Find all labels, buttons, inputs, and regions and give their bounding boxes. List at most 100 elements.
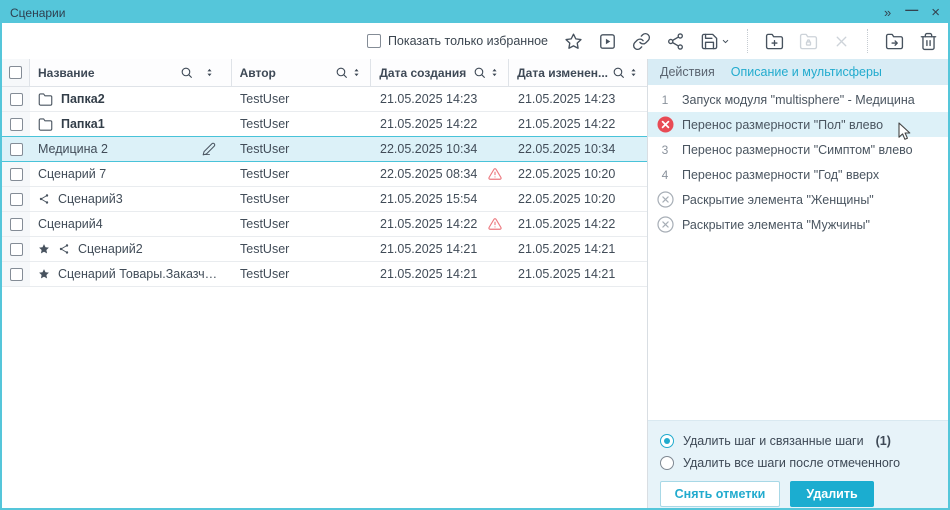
checkbox-box[interactable] xyxy=(367,34,381,48)
sort-icon[interactable] xyxy=(628,66,639,79)
step-label: Раскрытие элемента "Женщины" xyxy=(682,193,874,207)
radio-circle[interactable] xyxy=(660,434,674,448)
scenario-name: Сценарий2 xyxy=(78,242,143,256)
tab-description-multispheres[interactable]: Описание и мультисферы xyxy=(731,65,882,79)
column-header-name[interactable]: Название xyxy=(30,59,232,86)
folder-access-icon xyxy=(799,32,818,51)
created-date: 22.05.2025 10:34 xyxy=(380,142,477,156)
step-number: 1 xyxy=(662,93,669,107)
minimize-button[interactable]: — xyxy=(905,3,917,16)
step-skipped-icon[interactable] xyxy=(657,191,674,208)
edit-icon[interactable] xyxy=(202,142,216,156)
table-row[interactable]: Папка1 TestUser 21.05.2025 14:22 21.05.2… xyxy=(2,112,647,137)
tab-actions[interactable]: Действия xyxy=(660,65,715,79)
column-label: Автор xyxy=(240,66,332,80)
created-cell: 21.05.2025 14:23 xyxy=(372,87,510,111)
search-icon[interactable] xyxy=(335,66,348,79)
move-to-folder-icon[interactable] xyxy=(885,32,904,51)
author-cell: TestUser xyxy=(232,212,372,236)
step-number: 4 xyxy=(662,168,669,182)
row-checkbox[interactable] xyxy=(2,137,30,161)
search-icon[interactable] xyxy=(180,66,193,79)
row-checkbox[interactable] xyxy=(2,187,30,211)
modified-cell: 22.05.2025 10:34 xyxy=(510,137,647,161)
row-checkbox[interactable] xyxy=(2,87,30,111)
row-checkbox[interactable] xyxy=(2,237,30,261)
table-row[interactable]: Сценарий4 TestUser 21.05.2025 14:22 21.0… xyxy=(2,212,647,237)
column-header-modified[interactable]: Дата изменен... xyxy=(509,59,647,86)
modified-cell: 22.05.2025 10:20 xyxy=(510,187,647,211)
close-button[interactable]: × xyxy=(931,5,940,20)
toolbar-separator xyxy=(747,29,748,53)
delete-button[interactable]: Удалить xyxy=(790,481,874,507)
author-cell: TestUser xyxy=(232,237,372,261)
step-label: Перенос размерности "Год" вверх xyxy=(682,168,879,182)
modified-cell: 21.05.2025 14:23 xyxy=(510,87,647,111)
action-step[interactable]: 3 Перенос размерности "Симптом" влево xyxy=(648,137,948,162)
sort-icon[interactable] xyxy=(204,66,215,79)
show-favorites-checkbox[interactable]: Показать только избранное xyxy=(367,34,548,48)
delete-option-radio[interactable]: Удалить все шаги после отмеченного xyxy=(660,452,936,474)
favorite-star-icon[interactable] xyxy=(564,32,583,51)
table-row[interactable]: Папка2 TestUser 21.05.2025 14:23 21.05.2… xyxy=(2,87,647,112)
radio-circle[interactable] xyxy=(660,456,674,470)
row-checkbox[interactable] xyxy=(2,162,30,186)
option-count: (1) xyxy=(876,434,891,448)
created-date: 21.05.2025 14:23 xyxy=(380,92,477,106)
scenario-table: Название Автор Дата создания xyxy=(2,59,648,508)
name-cell: Папка1 xyxy=(30,112,232,136)
created-cell: 22.05.2025 08:34 xyxy=(372,162,510,186)
table-header: Название Автор Дата создания xyxy=(2,59,647,87)
star-icon xyxy=(38,268,50,280)
row-checkbox[interactable] xyxy=(2,262,30,286)
column-header-created[interactable]: Дата создания xyxy=(371,59,509,86)
star-icon xyxy=(38,243,50,255)
column-label: Дата создания xyxy=(379,66,469,80)
expand-button[interactable]: » xyxy=(884,6,891,19)
step-label: Перенос размерности "Пол" влево xyxy=(682,118,883,132)
step-label: Перенос размерности "Симптом" влево xyxy=(682,143,913,157)
column-header-author[interactable]: Автор xyxy=(232,59,372,86)
delete-options-footer: Удалить шаг и связанные шаги (1) Удалить… xyxy=(648,420,948,508)
step-label: Раскрытие элемента "Мужчины" xyxy=(682,218,870,232)
name-cell: Папка2 xyxy=(30,87,232,111)
action-step[interactable]: Раскрытие элемента "Мужчины" xyxy=(648,212,948,237)
action-step[interactable]: Перенос размерности "Пол" влево xyxy=(648,112,948,137)
sort-icon[interactable] xyxy=(351,66,362,79)
search-icon[interactable] xyxy=(612,66,625,79)
action-step[interactable]: 1 Запуск модуля "multisphere" - Медицина xyxy=(648,87,948,112)
table-row[interactable]: Медицина 2 TestUser 22.05.2025 10:34 22.… xyxy=(2,136,647,162)
table-row[interactable]: Сценарий2 TestUser 21.05.2025 14:21 21.0… xyxy=(2,237,647,262)
row-checkbox[interactable] xyxy=(2,112,30,136)
new-folder-icon[interactable] xyxy=(765,32,784,51)
scenario-name: Сценарий3 xyxy=(58,192,123,206)
select-all-checkbox[interactable] xyxy=(2,59,30,86)
created-date: 21.05.2025 14:22 xyxy=(380,217,477,231)
share-icon[interactable] xyxy=(666,32,685,51)
scenario-name: Сценарий Товары.Заказчики xyxy=(58,267,224,281)
delete-icon[interactable] xyxy=(919,32,938,51)
folder-icon xyxy=(38,92,53,107)
table-row[interactable]: Сценарий3 TestUser 21.05.2025 15:54 22.0… xyxy=(2,187,647,212)
step-skipped-icon[interactable] xyxy=(657,216,674,233)
save-icon[interactable] xyxy=(700,32,730,51)
search-icon[interactable] xyxy=(473,66,486,79)
run-scenario-icon[interactable] xyxy=(598,32,617,51)
step-label: Запуск модуля "multisphere" - Медицина xyxy=(682,93,915,107)
clear-marks-button[interactable]: Снять отметки xyxy=(660,481,780,507)
author-cell: TestUser xyxy=(232,137,372,161)
action-step[interactable]: 4 Перенос размерности "Год" вверх xyxy=(648,162,948,187)
action-step[interactable]: Раскрытие элемента "Женщины" xyxy=(648,187,948,212)
created-cell: 21.05.2025 15:54 xyxy=(372,187,510,211)
created-date: 21.05.2025 14:21 xyxy=(380,242,477,256)
created-date: 21.05.2025 14:21 xyxy=(380,267,477,281)
table-row[interactable]: Сценарий 7 TestUser 22.05.2025 08:34 22.… xyxy=(2,162,647,187)
step-marker xyxy=(648,216,682,233)
step-removed-icon[interactable] xyxy=(657,116,674,133)
table-row[interactable]: Сценарий Товары.Заказчики TestUser 21.05… xyxy=(2,262,647,287)
delete-option-radio[interactable]: Удалить шаг и связанные шаги (1) xyxy=(660,430,936,452)
step-marker: 3 xyxy=(648,143,682,157)
sort-icon[interactable] xyxy=(489,66,500,79)
row-checkbox[interactable] xyxy=(2,212,30,236)
copy-link-icon[interactable] xyxy=(632,32,651,51)
